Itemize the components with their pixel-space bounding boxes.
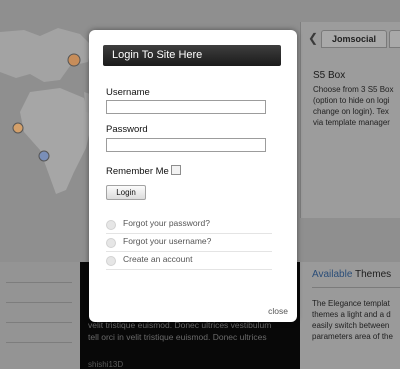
bullet-icon [106,256,116,266]
avatar-marker-africa-west [12,122,24,134]
map-land-africa [20,88,92,194]
close-link[interactable]: close [268,306,288,316]
tab-next[interactable] [389,30,400,48]
divider [6,302,72,303]
chevron-left-icon[interactable]: ❮ [307,31,319,45]
remember-me-checkbox[interactable] [171,165,181,175]
bottom-left-panel [0,262,80,369]
dark-panel-footer: shishi13D [88,360,124,369]
dark-panel-text: velit tristique euismod. Donec ultrices … [88,320,272,342]
tab-jomsocial[interactable]: Jomsocial [321,30,387,48]
themes-title-accent: Available [312,269,353,280]
themes-title-rest: Themes [352,269,392,280]
list-item[interactable]: Forgot your password? [106,216,272,234]
password-label: Password [106,124,148,135]
s5-box-title: S5 Box [313,70,346,81]
login-modal: Login To Site Here Username Password Rem… [89,30,297,322]
map-land-europe [0,28,92,82]
username-input[interactable] [106,100,266,114]
avatar-marker-africa-east [38,150,50,162]
forgot-username-link[interactable]: Forgot your username? [123,236,211,246]
remember-me-label: Remember Me [106,166,169,177]
themes-panel: Available Themes The Elegance templat th… [300,262,400,369]
modal-title: Login To Site Here [103,45,281,66]
s5-box-panel: ❮ Jomsocial S5 Box Choose from 3 S5 Box … [300,22,400,218]
create-account-link[interactable]: Create an account [123,254,192,264]
bullet-icon [106,220,116,230]
themes-title: Available Themes [312,269,391,280]
list-item[interactable]: Create an account [106,252,272,270]
divider [6,342,72,343]
divider [6,322,72,323]
bullet-icon [106,238,116,248]
password-input[interactable] [106,138,266,152]
username-label: Username [106,87,150,98]
forgot-password-link[interactable]: Forgot your password? [123,218,210,228]
list-item[interactable]: Forgot your username? [106,234,272,252]
tab-strip: ❮ Jomsocial [301,28,400,48]
avatar-marker-europe [67,53,81,67]
themes-text: The Elegance templat themes a light and … [312,299,393,341]
login-button[interactable]: Login [106,185,146,200]
s5-box-text: Choose from 3 S5 Box (option to hide on … [313,85,394,127]
divider [312,287,400,288]
divider [6,282,72,283]
